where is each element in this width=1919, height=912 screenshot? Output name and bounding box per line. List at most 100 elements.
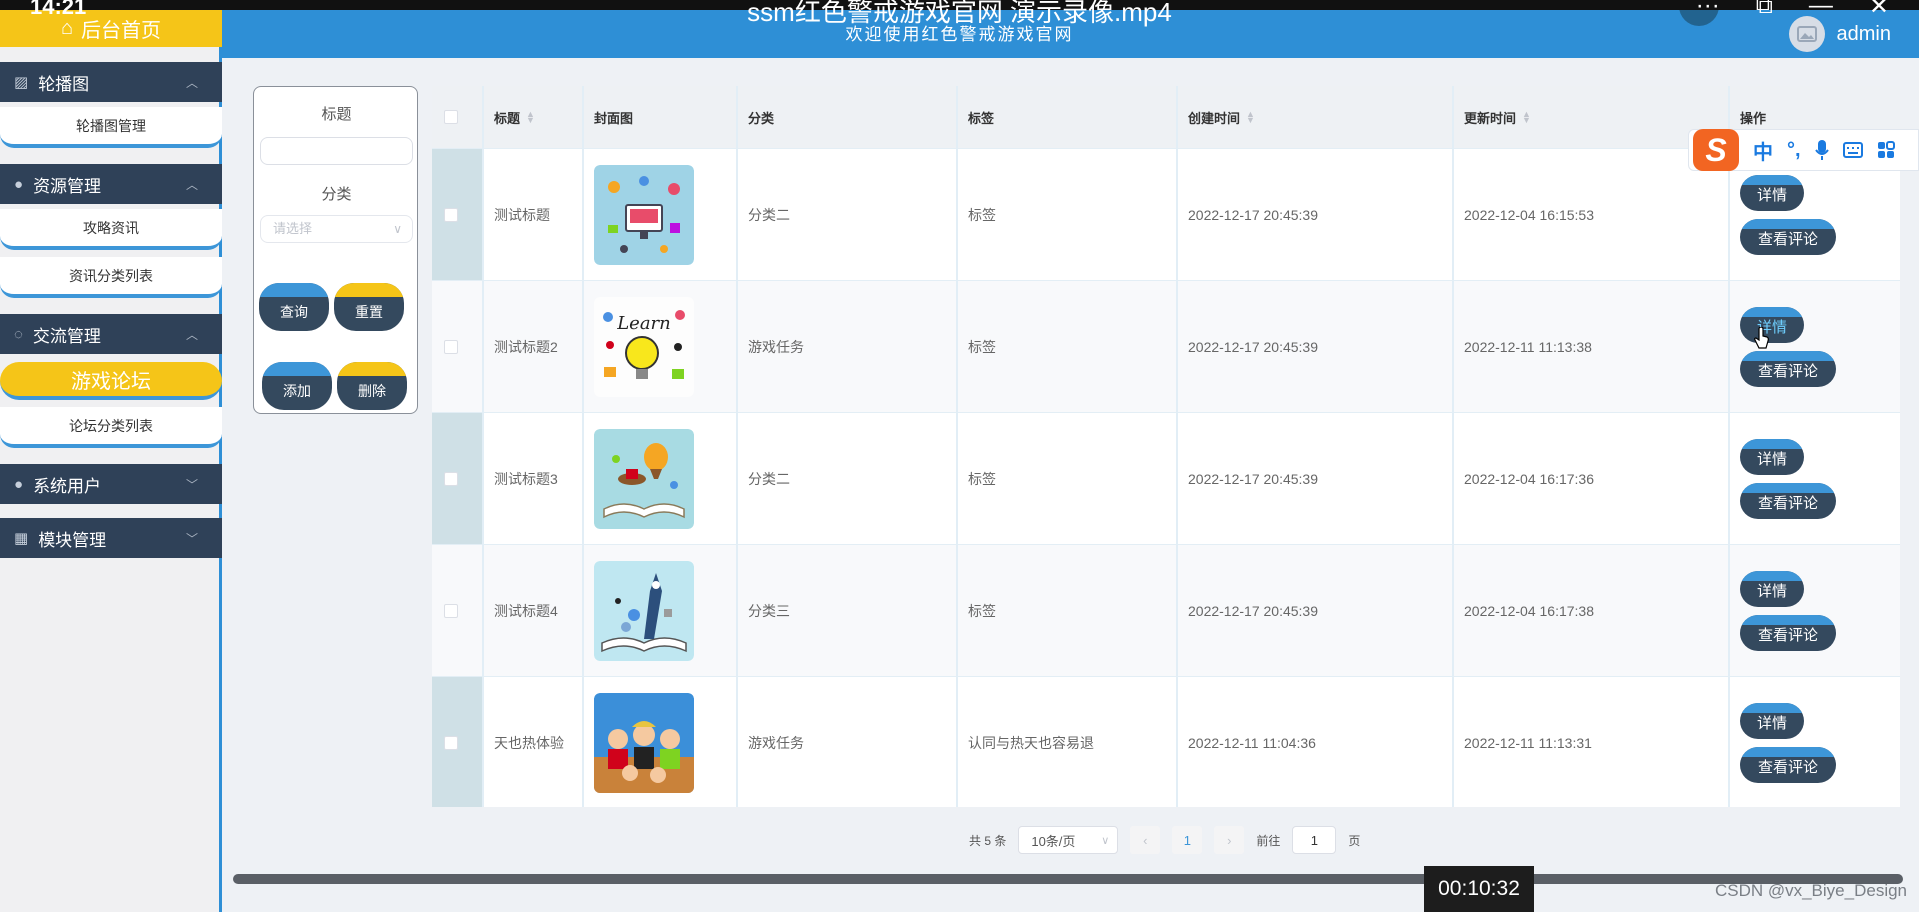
ime-punctuation[interactable]: °, <box>1787 139 1801 162</box>
column-label: 操作 <box>1740 110 1767 126</box>
cell-updated: 2022-12-04 16:15:53 <box>1464 207 1594 223</box>
page-number-current[interactable]: 1 <box>1172 826 1203 854</box>
horizontal-scrollbar[interactable] <box>233 874 1903 884</box>
sidebar-item-news-categories[interactable]: 资讯分类列表 <box>0 257 222 298</box>
video-title: ssm红色警戒游戏官网 演示录像.mp4 <box>747 0 1172 27</box>
query-button-label: 查询 <box>280 304 308 320</box>
microphone-icon[interactable] <box>1814 140 1829 160</box>
prev-page-button[interactable]: ‹ <box>1130 826 1161 854</box>
sidebar-item-label: 论坛分类列表 <box>69 417 153 434</box>
view-comments-button[interactable]: 查看评论 <box>1740 747 1836 783</box>
column-divider <box>1452 86 1454 807</box>
column-divider <box>582 86 584 807</box>
select-all-checkbox[interactable] <box>444 110 458 124</box>
page-size-value: 10条/页 <box>1031 833 1076 849</box>
column-label: 标题 <box>494 110 521 126</box>
sidebar-group-label: 资源管理 <box>33 176 102 196</box>
close-icon[interactable]: ✕ <box>1869 0 1889 21</box>
title-label: 标题 <box>321 106 352 123</box>
view-comments-label: 查看评论 <box>1757 759 1818 776</box>
detail-button[interactable]: 详情 <box>1740 307 1804 343</box>
view-comments-button[interactable]: 查看评论 <box>1740 219 1836 255</box>
cell-title: 测试标题2 <box>494 339 558 355</box>
sidebar-group-resources[interactable]: ● 资源管理 ︿ <box>0 164 222 204</box>
table-header: 标题 ▲ ▼ 封面图 分类 标签 创建时间 ▲ ▼ 更新时间 ▲ ▼ 操作 <box>432 86 1900 148</box>
view-comments-button[interactable]: 查看评论 <box>1740 483 1836 519</box>
row-checkbox[interactable] <box>444 736 458 750</box>
page-suffix: 页 <box>1348 833 1361 848</box>
sort-icon[interactable]: ▲ ▼ <box>526 110 535 125</box>
table-row: 测试标题4 分类三 标签 2022-12-17 20:45:39 2022-12… <box>432 544 1900 676</box>
minimize-icon[interactable]: — <box>1809 0 1833 21</box>
delete-button[interactable]: 删除 <box>337 362 407 410</box>
sort-icon[interactable]: ▲ ▼ <box>1522 110 1531 125</box>
view-comments-button[interactable]: 查看评论 <box>1740 351 1836 387</box>
reset-button-label: 重置 <box>355 304 383 320</box>
delete-button-label: 删除 <box>358 383 386 399</box>
sort-icon[interactable]: ▲ ▼ <box>1246 110 1255 125</box>
sogou-logo-icon[interactable]: S <box>1693 129 1739 171</box>
sidebar-item-label: 轮播图管理 <box>76 117 146 134</box>
next-page-button[interactable]: › <box>1214 826 1245 854</box>
view-comments-button[interactable]: 查看评论 <box>1740 615 1836 651</box>
chevron-down-icon: ﹀ <box>185 477 198 492</box>
detail-button[interactable]: 详情 <box>1740 703 1804 739</box>
table-row: 测试标题3 分类二 标签 2022-12-17 20:45:39 2022-12… <box>432 412 1900 544</box>
sidebar-group-label: 系统用户 <box>33 476 102 496</box>
pip-icon[interactable]: ⧉ <box>1756 0 1773 21</box>
row-checkbox[interactable] <box>444 208 458 222</box>
column-label: 标签 <box>968 110 995 126</box>
sidebar-group-users[interactable]: ● 系统用户 ﹀ <box>0 464 222 504</box>
sidebar-item-label: 攻略资讯 <box>83 219 139 236</box>
page-size-select[interactable]: 10条/页 ∨ <box>1018 826 1119 854</box>
column-header-cover: 封面图 <box>582 86 736 148</box>
column-divider <box>956 86 958 807</box>
add-button[interactable]: 添加 <box>262 362 332 410</box>
column-header-title[interactable]: 标题 ▲ ▼ <box>482 86 582 148</box>
more-icon[interactable]: ··· <box>1696 0 1720 21</box>
detail-button[interactable]: 详情 <box>1740 571 1804 607</box>
cell-tag: 标签 <box>968 339 996 355</box>
goto-page-input[interactable]: 1 <box>1292 826 1337 854</box>
cell-updated: 2022-12-11 11:13:38 <box>1464 339 1592 355</box>
sidebar-item-forum-categories[interactable]: 论坛分类列表 <box>0 407 222 448</box>
sidebar-item-label: 游戏论坛 <box>71 370 151 393</box>
ime-mode[interactable]: 中 <box>1753 136 1773 165</box>
category-select[interactable]: 请选择 ∨ <box>260 215 413 243</box>
sidebar-group-carousel[interactable]: ▨ 轮播图 ︿ <box>0 62 222 102</box>
cover-thumbnail <box>594 561 694 661</box>
ime-toolbar: S 中 °, <box>1688 129 1919 171</box>
cell-created: 2022-12-17 20:45:39 <box>1188 207 1318 223</box>
detail-button[interactable]: 详情 <box>1740 439 1804 475</box>
cell-updated: 2022-12-04 16:17:38 <box>1464 603 1594 619</box>
cell-category: 分类三 <box>748 603 790 619</box>
sidebar-group-modules[interactable]: ▦ 模块管理 ﹀ <box>0 518 222 558</box>
column-label: 分类 <box>748 110 775 126</box>
keyboard-icon[interactable] <box>1842 142 1863 158</box>
sidebar-item-label: 资讯分类列表 <box>69 267 153 284</box>
title-input[interactable] <box>260 137 413 165</box>
grid-icon: ▦ <box>14 530 29 547</box>
column-header-updated[interactable]: 更新时间 ▲ ▼ <box>1452 86 1728 148</box>
view-comments-label: 查看评论 <box>1757 627 1818 644</box>
reset-button[interactable]: 重置 <box>334 283 404 331</box>
view-comments-label: 查看评论 <box>1757 495 1818 512</box>
add-button-label: 添加 <box>283 383 311 399</box>
row-checkbox[interactable] <box>444 604 458 618</box>
sidebar-item-carousel-manage[interactable]: 轮播图管理 <box>0 107 222 148</box>
bulb-icon: ● <box>14 175 24 193</box>
cell-title: 测试标题4 <box>494 603 558 619</box>
query-button[interactable]: 查询 <box>259 283 329 331</box>
grid-menu-icon[interactable] <box>1877 141 1895 159</box>
sidebar-item-game-forum[interactable]: 游戏论坛 <box>0 362 222 400</box>
column-header-created[interactable]: 创建时间 ▲ ▼ <box>1176 86 1452 148</box>
cell-cover <box>582 545 694 677</box>
detail-button[interactable]: 详情 <box>1740 175 1804 211</box>
cell-title: 测试标题3 <box>494 471 558 487</box>
sidebar-group-community[interactable]: ◌ 交流管理 ︿ <box>0 314 222 354</box>
row-checkbox[interactable] <box>444 340 458 354</box>
detail-button-label: 详情 <box>1756 715 1787 732</box>
detail-button-label: 详情 <box>1756 583 1787 600</box>
sidebar-item-guides[interactable]: 攻略资讯 <box>0 209 222 250</box>
row-checkbox[interactable] <box>444 472 458 486</box>
